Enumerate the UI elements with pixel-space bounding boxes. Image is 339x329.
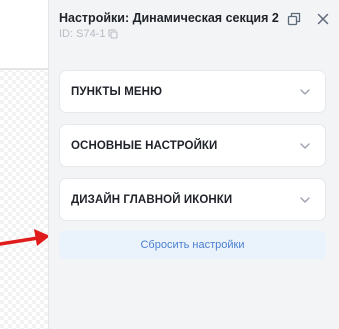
section-main-icon-design[interactable]: ДИЗАЙН ГЛАВНОЙ ИКОНКИ <box>59 178 326 221</box>
chevron-down-icon <box>300 89 310 95</box>
copy-icon[interactable] <box>108 29 118 39</box>
chevron-down-icon <box>300 197 310 203</box>
section-label: ОСНОВНЫЕ НАСТРОЙКИ <box>71 140 218 152</box>
section-main-settings[interactable]: ОСНОВНЫЕ НАСТРОЙКИ <box>59 124 326 167</box>
close-icon <box>317 13 329 25</box>
panel-title: Настройки: Динамическая секция 2 <box>59 11 279 25</box>
section-label: ДИЗАЙН ГЛАВНОЙ ИКОНКИ <box>71 194 233 206</box>
canvas-divider <box>0 68 48 70</box>
panel-header: Настройки: Динамическая секция 2 ID: S74… <box>49 0 339 52</box>
reset-settings-button[interactable]: Сбросить настройки <box>59 231 326 259</box>
red-arrow-icon <box>0 229 50 246</box>
settings-panel: Настройки: Динамическая секция 2 ID: S74… <box>48 0 339 329</box>
editor-canvas <box>0 0 48 329</box>
element-id: ID: S74-1 <box>59 28 118 40</box>
close-button[interactable] <box>314 10 332 28</box>
section-label: ПУНКТЫ МЕНЮ <box>71 86 163 98</box>
detach-window-icon <box>287 12 301 26</box>
section-menu-items[interactable]: ПУНКТЫ МЕНЮ <box>59 70 326 113</box>
chevron-down-icon <box>300 143 310 149</box>
element-id-text: ID: S74-1 <box>59 28 106 40</box>
detach-window-button[interactable] <box>285 10 303 28</box>
canvas-top-strip <box>0 0 48 70</box>
